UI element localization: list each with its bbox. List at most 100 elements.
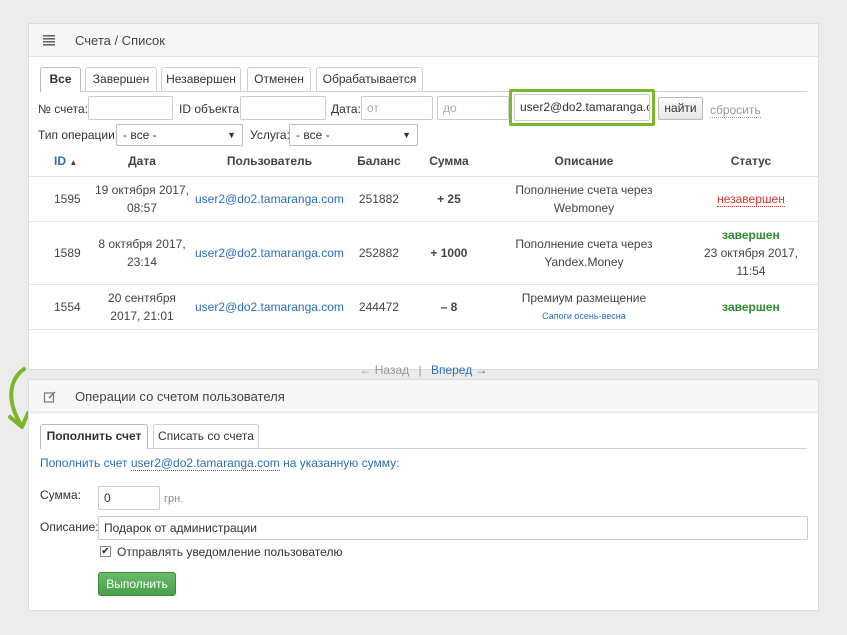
col-user-header: Пользователь: [195, 147, 344, 177]
row-id: 1589: [29, 221, 89, 285]
pagination: ← Назад | Вперед →: [29, 363, 818, 377]
row-date-line2: 2017, 21:01: [110, 308, 174, 323]
row-status-cell: завершен 23 октября 2017, 11:54: [683, 221, 818, 285]
service-value: - все -: [296, 128, 330, 142]
execute-button[interactable]: Выполнить: [98, 572, 176, 596]
accounts-panel: Счета / Список Все Завершен Незавершен О…: [28, 23, 819, 377]
pager-separator: |: [418, 363, 422, 377]
account-number-label: № счета:: [38, 102, 88, 116]
row-status-cell: завершен: [683, 284, 818, 330]
tab-top-up[interactable]: Пополнить счет: [40, 424, 148, 449]
col-desc-header: Описание: [483, 147, 684, 177]
row-date: 8 октября 2017, 23:14: [89, 221, 195, 285]
pager-next[interactable]: Вперед →: [431, 363, 488, 377]
operations-panel-title: Операции со счетом пользователя: [75, 389, 285, 404]
tab-completed[interactable]: Завершен: [85, 67, 157, 91]
row-status-date-line2: 11:54: [736, 263, 766, 278]
currency-label: грн.: [164, 493, 184, 505]
list-menu-icon[interactable]: [42, 33, 56, 47]
operation-type-value: - все -: [123, 128, 157, 142]
row-date: 20 сентября 2017, 21:01: [89, 284, 195, 330]
edit-icon: [43, 391, 56, 403]
operation-type-select[interactable]: - все - ▼: [116, 124, 243, 146]
service-select[interactable]: - все - ▼: [289, 124, 418, 146]
top-up-info: Пополнить счет user2@do2.tamaranga.com н…: [40, 456, 400, 471]
row-user-link[interactable]: user2@do2.tamaranga.com: [195, 300, 344, 314]
col-sum-header: Сумма: [413, 147, 484, 177]
user-search-input[interactable]: user2@do2.tamaranga.c: [514, 94, 650, 121]
description-input[interactable]: Подарок от администрации: [98, 516, 808, 540]
row-user-link[interactable]: user2@do2.tamaranga.com: [195, 192, 344, 206]
row-status-date-line1: 23 октября 2017,: [703, 245, 798, 260]
accounts-panel-header: Счета / Список: [29, 24, 818, 57]
accounts-table: ID ▲ Дата Пользователь Баланс Сумма Опис…: [29, 147, 818, 330]
chevron-down-icon: ▼: [227, 130, 236, 140]
table-header-row: ID ▲ Дата Пользователь Баланс Сумма Опис…: [29, 147, 818, 177]
tab-cancelled[interactable]: Отменен: [247, 67, 311, 91]
row-sum: – 8: [413, 284, 484, 330]
object-id-label: ID объекта:: [179, 102, 243, 116]
row-date-line2: 23:14: [126, 254, 158, 269]
col-date-header: Дата: [89, 147, 195, 177]
tab-withdraw[interactable]: Списать со счета: [153, 424, 259, 448]
row-date: 19 октября 2017, 08:57: [89, 176, 195, 222]
notify-checkbox[interactable]: ✔: [100, 546, 111, 557]
row-balance: 251882: [343, 176, 414, 222]
row-balance: 244472: [343, 284, 414, 330]
date-to-input[interactable]: до: [437, 96, 509, 120]
sum-label: Сумма:: [40, 488, 82, 502]
operation-type-label: Тип операции:: [38, 128, 119, 142]
sort-asc-icon: ▲: [69, 158, 78, 168]
top-up-info-prefix: Пополнить счет: [40, 456, 128, 470]
row-balance: 252882: [343, 221, 414, 285]
row-date-line2: 08:57: [126, 200, 158, 215]
reset-link[interactable]: сбросить: [710, 104, 761, 118]
row-user-cell: user2@do2.tamaranga.com: [195, 221, 344, 285]
col-balance-header: Баланс: [343, 147, 414, 177]
row-description: Пополнение счета через Yandex.Money: [483, 221, 684, 285]
row-user-cell: user2@do2.tamaranga.com: [195, 284, 344, 330]
top-up-info-suffix: на указанную сумму:: [283, 456, 400, 470]
notify-label: Отправлять уведомление пользователю: [117, 545, 343, 559]
row-user-link[interactable]: user2@do2.tamaranga.com: [195, 246, 344, 260]
sum-input[interactable]: 0: [98, 486, 160, 510]
row-date-line1: 19 октября 2017,: [94, 182, 189, 197]
row-description-item-link[interactable]: Сапоги осень-весна: [484, 307, 684, 325]
date-label: Дата:: [331, 102, 361, 116]
row-id: 1595: [29, 176, 89, 222]
row-date-line1: 8 октября 2017,: [98, 236, 186, 251]
operations-panel: Операции со счетом пользователя Пополнит…: [28, 379, 819, 611]
row-description-main: Премиум размещение: [521, 290, 647, 305]
find-button[interactable]: найти: [658, 97, 703, 120]
accounts-panel-title: Счета / Список: [75, 33, 165, 48]
chevron-down-icon: ▼: [402, 130, 411, 140]
description-label: Описание:: [40, 520, 99, 534]
row-description: Премиум размещение Сапоги осень-весна: [483, 284, 684, 330]
col-status-header: Статус: [683, 147, 818, 177]
row-status-cell: незавершен: [683, 176, 818, 222]
ops-tabs-divider: [40, 448, 807, 449]
row-user-cell: user2@do2.tamaranga.com: [195, 176, 344, 222]
table-row: 1589 8 октября 2017, 23:14 user2@do2.tama…: [29, 221, 818, 285]
col-id-label: ID: [54, 154, 66, 169]
operations-panel-header: Операции со счетом пользователя: [29, 380, 818, 413]
row-status: завершен: [722, 227, 780, 242]
row-description: Пополнение счета через Webmoney: [483, 176, 684, 222]
table-row: 1554 20 сентября 2017, 21:01 user2@do2.ta…: [29, 284, 818, 330]
tabs-divider: [40, 91, 807, 92]
tab-incomplete[interactable]: Незавершен: [161, 67, 241, 91]
object-id-input[interactable]: [240, 96, 326, 120]
tab-all[interactable]: Все: [40, 67, 81, 92]
col-id-header[interactable]: ID ▲: [29, 147, 89, 177]
row-id: 1554: [29, 284, 89, 330]
account-number-input[interactable]: [88, 96, 173, 120]
row-sum: + 25: [413, 176, 484, 222]
tab-processing[interactable]: Обрабатывается: [316, 67, 423, 91]
row-date-line1: 20 сентября: [108, 290, 176, 305]
table-row: 1595 19 октября 2017, 08:57 user2@do2.tam…: [29, 176, 818, 222]
row-status: завершен: [722, 299, 780, 314]
pager-prev: ← Назад: [359, 363, 410, 377]
row-status[interactable]: незавершен: [717, 191, 785, 207]
top-up-account-link[interactable]: user2@do2.tamaranga.com: [130, 456, 280, 471]
date-from-input[interactable]: от: [361, 96, 433, 120]
